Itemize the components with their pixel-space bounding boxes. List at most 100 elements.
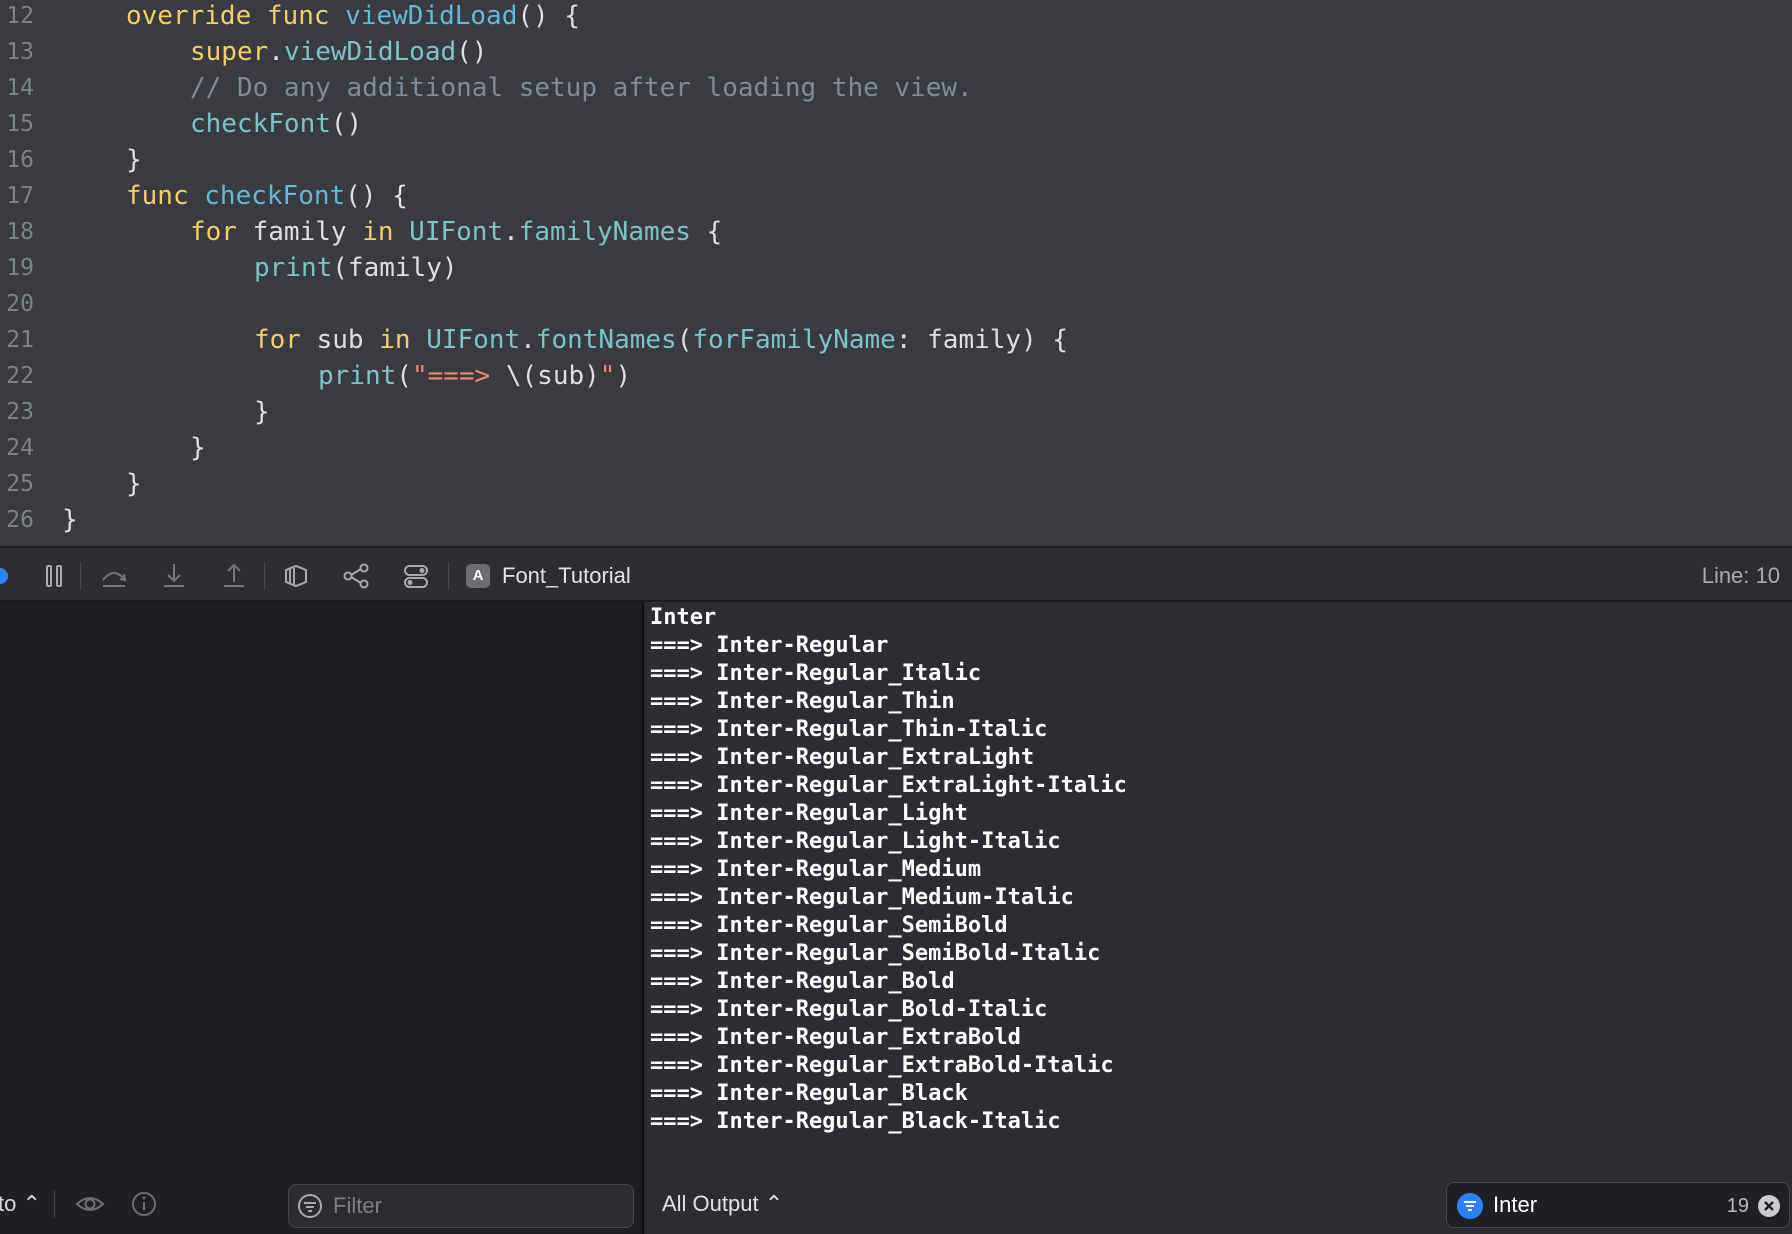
code-token: checkFont [204, 181, 346, 211]
code-token: for [254, 325, 317, 355]
console-line: ===> Inter-Regular_SemiBold [650, 913, 1008, 938]
toolbar-divider [448, 562, 449, 590]
code-token: func [126, 181, 205, 211]
console-footer: All Output ⌃ 19 [646, 1176, 1792, 1234]
console-line: ===> Inter-Regular_ExtraLight [650, 745, 1035, 770]
line-number: 20 [6, 291, 34, 317]
code-token: // Do any additional setup after loading… [190, 73, 973, 103]
app-target-icon: A [466, 564, 490, 588]
code-token: sub [316, 325, 380, 355]
code-token: fontNames [535, 325, 677, 355]
code-line[interactable]: 18 for family in UIFont.familyNames { [0, 214, 1792, 250]
line-number: 21 [6, 327, 34, 353]
code-token: } [62, 505, 78, 535]
toolbar-divider [80, 562, 81, 590]
info-icon[interactable] [130, 1190, 158, 1218]
view-hierarchy-icon[interactable] [280, 560, 312, 592]
variables-filter[interactable] [288, 1184, 634, 1228]
line-number: 19 [6, 255, 34, 281]
console-line: ===> Inter-Regular_Thin-Italic [650, 717, 1048, 742]
code-token: . [520, 325, 536, 355]
code-line[interactable]: 21 for sub in UIFont.fontNames(forFamilyN… [0, 322, 1792, 358]
eye-icon[interactable] [74, 1190, 106, 1218]
code-text: } [190, 430, 206, 466]
console-line: ===> Inter-Regular_SemiBold-Italic [650, 941, 1101, 966]
code-token: func [266, 1, 346, 31]
code-editor[interactable]: 12 override func viewDidLoad() { 13 super.v… [0, 0, 1792, 546]
code-token: print [254, 253, 333, 283]
target-name[interactable]: Font_Tutorial [502, 562, 631, 590]
code-token: checkFont [190, 109, 331, 139]
code-line[interactable]: 23} [0, 394, 1792, 430]
console-line: ===> Inter-Regular_Medium [650, 857, 982, 882]
console-output[interactable]: Inter ===> Inter-Regular ===> Inter-Regula… [650, 604, 1780, 1164]
code-line[interactable]: 19 print(family) [0, 250, 1792, 286]
code-token: ( [676, 325, 693, 355]
clear-icon[interactable] [1757, 1194, 1781, 1218]
code-text: for sub in UIFont.fontNames(forFamilyNam… [254, 322, 1068, 358]
code-line[interactable]: 16} [0, 142, 1792, 178]
code-token: print [318, 361, 397, 391]
filter-icon [298, 1194, 322, 1218]
code-token: ) [615, 361, 632, 391]
code-line[interactable]: 20 [0, 286, 1792, 322]
console-view[interactable]: Inter ===> Inter-Regular ===> Inter-Regula… [646, 602, 1792, 1234]
code-token: { [690, 217, 723, 247]
console-line: ===> Inter-Regular_Italic [650, 661, 982, 686]
variables-filter-input[interactable] [331, 1191, 621, 1221]
code-token: UIFont [409, 217, 504, 247]
step-over-icon[interactable] [98, 560, 130, 592]
code-token: . [503, 217, 519, 247]
line-number: 16 [6, 147, 34, 173]
code-token: in [379, 325, 427, 355]
scope-select[interactable]: to ⌃ [0, 1190, 41, 1218]
line-number: 13 [6, 39, 34, 65]
step-into-icon[interactable] [158, 560, 190, 592]
code-line[interactable]: 26} [0, 502, 1792, 538]
code-line[interactable]: 17 func checkFont() { [0, 178, 1792, 214]
line-number: 14 [6, 75, 34, 101]
code-token: } [254, 397, 270, 427]
memory-graph-icon[interactable] [340, 560, 372, 592]
console-line: ===> Inter-Regular_ExtraBold-Italic [650, 1053, 1114, 1078]
console-line: ===> Inter-Regular_Bold [650, 969, 955, 994]
breakpoints-toggle[interactable] [0, 568, 8, 584]
footer-divider [54, 1190, 55, 1218]
variables-view[interactable]: to ⌃ [0, 602, 644, 1234]
console-line: ===> Inter-Regular_Thin [650, 689, 955, 714]
code-text: for family in UIFont.familyNames { [190, 214, 722, 250]
line-number: 12 [6, 3, 34, 29]
line-number: 24 [6, 435, 34, 461]
code-text: } [62, 502, 78, 538]
code-line[interactable]: 13 super.viewDidLoad() [0, 34, 1792, 70]
console-search[interactable]: 19 [1446, 1182, 1790, 1228]
pause-icon[interactable] [38, 560, 70, 592]
code-text: super.viewDidLoad() [190, 34, 487, 70]
step-out-icon[interactable] [218, 560, 250, 592]
environment-overrides-icon[interactable] [400, 560, 432, 592]
code-text: override func viewDidLoad() { [126, 0, 580, 34]
code-token: \(sub) [505, 361, 600, 391]
code-line[interactable]: 14 // Do any additional setup after loadi… [0, 70, 1792, 106]
console-search-input[interactable] [1491, 1190, 1681, 1220]
line-number: 23 [6, 399, 34, 425]
code-token: () [330, 109, 363, 139]
console-line: ===> Inter-Regular [650, 633, 889, 658]
console-line: ===> Inter-Regular_Light-Italic [650, 829, 1061, 854]
toolbar-divider [264, 562, 265, 590]
code-token: familyNames [518, 217, 691, 247]
code-text: func checkFont() { [126, 178, 408, 214]
code-line[interactable]: 15 checkFont() [0, 106, 1792, 142]
output-select[interactable]: All Output ⌃ [662, 1190, 783, 1218]
code-line[interactable]: 24} [0, 430, 1792, 466]
code-token: for [190, 217, 253, 247]
code-line[interactable]: 12 override func viewDidLoad() { [0, 0, 1792, 34]
console-line: ===> Inter-Regular_Black-Italic [650, 1109, 1061, 1134]
console-line: Inter [650, 605, 717, 630]
code-line[interactable]: 25} [0, 466, 1792, 502]
code-text: } [254, 394, 270, 430]
match-count: 19 [1726, 1195, 1749, 1217]
code-line[interactable]: 22 print("===> \(sub)") [0, 358, 1792, 394]
console-line: ===> Inter-Regular_Medium-Italic [650, 885, 1074, 910]
code-token: () [456, 37, 488, 67]
